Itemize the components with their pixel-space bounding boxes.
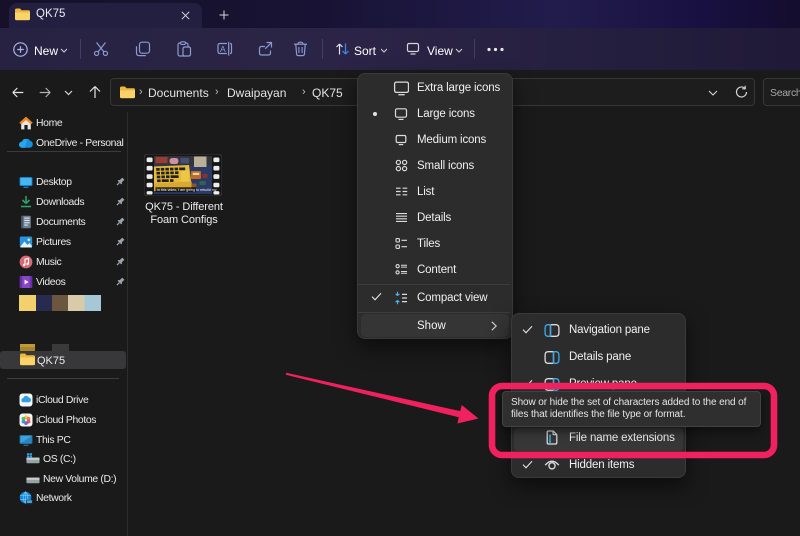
svg-text:A: A [220, 44, 226, 54]
svg-text:In this video, I am going to r: In this video, I am going to rebuild my [157, 188, 217, 192]
